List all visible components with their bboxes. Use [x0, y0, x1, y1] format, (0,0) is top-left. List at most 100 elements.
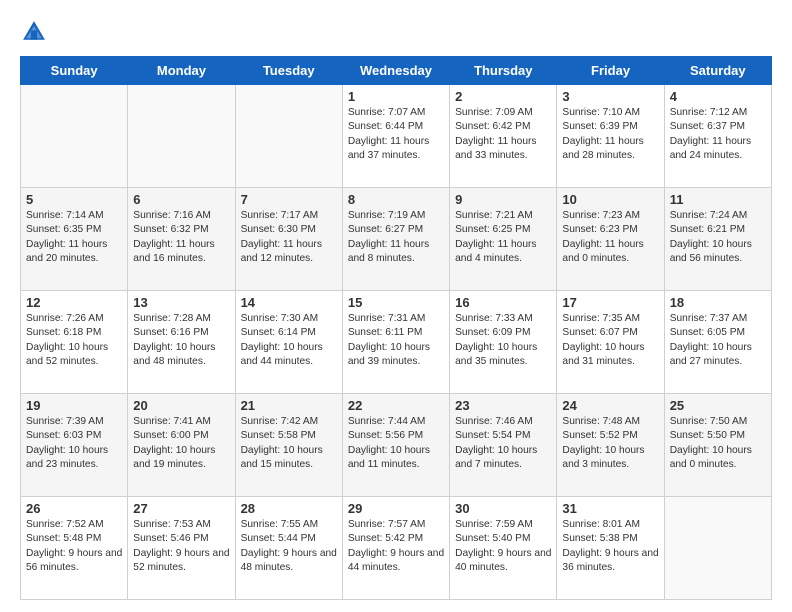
calendar-cell: 24Sunrise: 7:48 AM Sunset: 5:52 PM Dayli…: [557, 394, 664, 497]
calendar-cell: 20 Sunrise: 7:41 AM Sunset: 6:00 PM Dayli…: [128, 394, 235, 497]
calendar-cell: 13Sunrise: 7:28 AM Sunset: 6:16 PM Dayli…: [128, 291, 235, 394]
calendar-cell: 2Sunrise: 7:09 AM Sunset: 6:42 PM Daylig…: [450, 85, 557, 188]
day-header-monday: Monday: [128, 57, 235, 85]
calendar-header-row: SundayMondayTuesdayWednesdayThursdayFrid…: [21, 57, 772, 85]
day-header-friday: Friday: [557, 57, 664, 85]
day-header-tuesday: Tuesday: [235, 57, 342, 85]
day-number: 30: [455, 501, 551, 516]
cell-sun-info: Sunrise: 7:23 AM Sunset: 6:23 PM Dayligh…: [562, 209, 658, 266]
day-header-thursday: Thursday: [450, 57, 557, 85]
day-number: 16: [455, 295, 551, 310]
day-number: 6: [133, 192, 229, 207]
day-number: 5: [26, 192, 122, 207]
calendar-cell: 7Sunrise: 7:17 AM Sunset: 6:30 PM Daylig…: [235, 188, 342, 291]
calendar-cell: 10 Sunrise: 7:23 AM Sunset: 6:23 PM Dayli…: [557, 188, 664, 291]
calendar-cell: 27 Sunrise: 7:53 AM Sunset: 5:46 PM Dayli…: [128, 497, 235, 600]
day-number: 27: [133, 501, 229, 516]
calendar-cell: 3 Sunrise: 7:10 AM Sunset: 6:39 PM Daylig…: [557, 85, 664, 188]
cell-sun-info: Sunrise: 7:07 AM Sunset: 6:44 PM Dayligh…: [348, 106, 444, 163]
cell-sun-info: Sunrise: 7:53 AM Sunset: 5:46 PM Dayligh…: [133, 518, 229, 575]
cell-sun-info: Sunrise: 7:24 AM Sunset: 6:21 PM Dayligh…: [670, 209, 766, 266]
calendar-cell: [664, 497, 771, 600]
calendar-cell: 29Sunrise: 7:57 AM Sunset: 5:42 PM Dayli…: [342, 497, 449, 600]
cell-sun-info: Sunrise: 7:21 AM Sunset: 6:25 PM Dayligh…: [455, 209, 551, 266]
day-number: 19: [26, 398, 122, 413]
calendar-cell: [235, 85, 342, 188]
day-number: 31: [562, 501, 658, 516]
cell-sun-info: Sunrise: 7:10 AM Sunset: 6:39 PM Dayligh…: [562, 106, 658, 163]
calendar-cell: 16 Sunrise: 7:33 AM Sunset: 6:09 PM Dayli…: [450, 291, 557, 394]
calendar-cell: 14Sunrise: 7:30 AM Sunset: 6:14 PM Dayli…: [235, 291, 342, 394]
week-row-2: 12 Sunrise: 7:26 AM Sunset: 6:18 PM Dayli…: [21, 291, 772, 394]
calendar-cell: 28 Sunrise: 7:55 AM Sunset: 5:44 PM Dayli…: [235, 497, 342, 600]
page: SundayMondayTuesdayWednesdayThursdayFrid…: [0, 0, 792, 612]
calendar-cell: [128, 85, 235, 188]
cell-sun-info: Sunrise: 7:50 AM Sunset: 5:50 PM Dayligh…: [670, 415, 766, 472]
day-number: 3: [562, 89, 658, 104]
day-number: 14: [241, 295, 337, 310]
cell-sun-info: Sunrise: 7:26 AM Sunset: 6:18 PM Dayligh…: [26, 312, 122, 369]
calendar-cell: 9 Sunrise: 7:21 AM Sunset: 6:25 PM Daylig…: [450, 188, 557, 291]
cell-sun-info: Sunrise: 7:59 AM Sunset: 5:40 PM Dayligh…: [455, 518, 551, 575]
cell-sun-info: Sunrise: 7:14 AM Sunset: 6:35 PM Dayligh…: [26, 209, 122, 266]
week-row-0: 1 Sunrise: 7:07 AM Sunset: 6:44 PM Daylig…: [21, 85, 772, 188]
calendar-cell: 18Sunrise: 7:37 AM Sunset: 6:05 PM Dayli…: [664, 291, 771, 394]
calendar-table: SundayMondayTuesdayWednesdayThursdayFrid…: [20, 56, 772, 600]
cell-sun-info: Sunrise: 7:39 AM Sunset: 6:03 PM Dayligh…: [26, 415, 122, 472]
cell-sun-info: Sunrise: 7:35 AM Sunset: 6:07 PM Dayligh…: [562, 312, 658, 369]
calendar-cell: [21, 85, 128, 188]
calendar-cell: 8Sunrise: 7:19 AM Sunset: 6:27 PM Daylig…: [342, 188, 449, 291]
calendar-cell: 22 Sunrise: 7:44 AM Sunset: 5:56 PM Dayli…: [342, 394, 449, 497]
cell-sun-info: Sunrise: 7:17 AM Sunset: 6:30 PM Dayligh…: [241, 209, 337, 266]
day-number: 9: [455, 192, 551, 207]
week-row-4: 26 Sunrise: 7:52 AM Sunset: 5:48 PM Dayli…: [21, 497, 772, 600]
calendar-cell: 17 Sunrise: 7:35 AM Sunset: 6:07 PM Dayli…: [557, 291, 664, 394]
day-number: 18: [670, 295, 766, 310]
day-number: 1: [348, 89, 444, 104]
calendar-cell: 1 Sunrise: 7:07 AM Sunset: 6:44 PM Daylig…: [342, 85, 449, 188]
day-header-saturday: Saturday: [664, 57, 771, 85]
calendar-cell: 6 Sunrise: 7:16 AM Sunset: 6:32 PM Daylig…: [128, 188, 235, 291]
day-number: 29: [348, 501, 444, 516]
calendar-cell: 15 Sunrise: 7:31 AM Sunset: 6:11 PM Dayli…: [342, 291, 449, 394]
day-number: 15: [348, 295, 444, 310]
cell-sun-info: Sunrise: 7:16 AM Sunset: 6:32 PM Dayligh…: [133, 209, 229, 266]
calendar-cell: 26 Sunrise: 7:52 AM Sunset: 5:48 PM Dayli…: [21, 497, 128, 600]
cell-sun-info: Sunrise: 7:48 AM Sunset: 5:52 PM Dayligh…: [562, 415, 658, 472]
day-number: 12: [26, 295, 122, 310]
day-number: 2: [455, 89, 551, 104]
day-number: 28: [241, 501, 337, 516]
day-number: 4: [670, 89, 766, 104]
calendar-cell: 30 Sunrise: 7:59 AM Sunset: 5:40 PM Dayli…: [450, 497, 557, 600]
day-header-sunday: Sunday: [21, 57, 128, 85]
cell-sun-info: Sunrise: 7:19 AM Sunset: 6:27 PM Dayligh…: [348, 209, 444, 266]
day-number: 22: [348, 398, 444, 413]
calendar-cell: 5 Sunrise: 7:14 AM Sunset: 6:35 PM Daylig…: [21, 188, 128, 291]
cell-sun-info: Sunrise: 7:44 AM Sunset: 5:56 PM Dayligh…: [348, 415, 444, 472]
cell-sun-info: Sunrise: 7:12 AM Sunset: 6:37 PM Dayligh…: [670, 106, 766, 163]
calendar-cell: 12 Sunrise: 7:26 AM Sunset: 6:18 PM Dayli…: [21, 291, 128, 394]
cell-sun-info: Sunrise: 7:33 AM Sunset: 6:09 PM Dayligh…: [455, 312, 551, 369]
cell-sun-info: Sunrise: 7:55 AM Sunset: 5:44 PM Dayligh…: [241, 518, 337, 575]
cell-sun-info: Sunrise: 7:52 AM Sunset: 5:48 PM Dayligh…: [26, 518, 122, 575]
cell-sun-info: Sunrise: 7:28 AM Sunset: 6:16 PM Dayligh…: [133, 312, 229, 369]
cell-sun-info: Sunrise: 7:42 AM Sunset: 5:58 PM Dayligh…: [241, 415, 337, 472]
calendar-cell: 21 Sunrise: 7:42 AM Sunset: 5:58 PM Dayli…: [235, 394, 342, 497]
calendar-cell: 25 Sunrise: 7:50 AM Sunset: 5:50 PM Dayli…: [664, 394, 771, 497]
week-row-1: 5 Sunrise: 7:14 AM Sunset: 6:35 PM Daylig…: [21, 188, 772, 291]
week-row-3: 19 Sunrise: 7:39 AM Sunset: 6:03 PM Dayli…: [21, 394, 772, 497]
calendar-cell: 19 Sunrise: 7:39 AM Sunset: 6:03 PM Dayli…: [21, 394, 128, 497]
cell-sun-info: Sunrise: 7:41 AM Sunset: 6:00 PM Dayligh…: [133, 415, 229, 472]
day-number: 10: [562, 192, 658, 207]
day-number: 20: [133, 398, 229, 413]
logo-icon: [20, 18, 48, 46]
cell-sun-info: Sunrise: 7:31 AM Sunset: 6:11 PM Dayligh…: [348, 312, 444, 369]
cell-sun-info: Sunrise: 8:01 AM Sunset: 5:38 PM Dayligh…: [562, 518, 658, 575]
calendar-cell: 31 Sunrise: 8:01 AM Sunset: 5:38 PM Dayli…: [557, 497, 664, 600]
day-number: 25: [670, 398, 766, 413]
calendar-cell: 11Sunrise: 7:24 AM Sunset: 6:21 PM Dayli…: [664, 188, 771, 291]
day-number: 17: [562, 295, 658, 310]
day-number: 26: [26, 501, 122, 516]
day-number: 21: [241, 398, 337, 413]
calendar-cell: 4 Sunrise: 7:12 AM Sunset: 6:37 PM Daylig…: [664, 85, 771, 188]
